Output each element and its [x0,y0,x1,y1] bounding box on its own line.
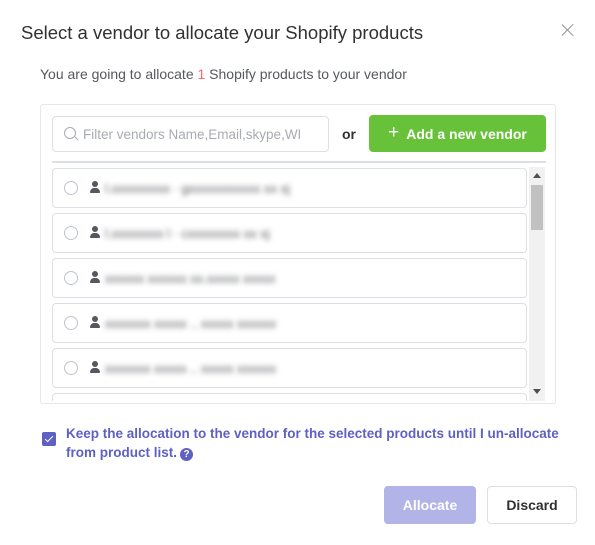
user-icon [90,361,100,373]
vendor-list: l.xxxxxxxxx · gxxxxxxxxxxx xx xj l.xxxxxx… [52,167,529,401]
keep-allocation-text: Keep the allocation to the vendor for th… [66,426,559,460]
vendor-list-scrollbar[interactable] [529,167,545,401]
vendor-search-input[interactable] [83,117,326,151]
user-icon [90,316,100,328]
vendor-name: l.xxxxxxxxx · gxxxxxxxxxxx xx xj [105,181,290,196]
vendor-name: xxxxxxx xxxxx .. xxxxx xxxxxx [105,316,277,331]
user-icon [90,271,100,283]
allocate-button[interactable]: Allocate [384,486,476,524]
radio-button[interactable] [64,226,78,240]
vendor-search-box[interactable] [52,116,329,152]
vendor-selection-panel: or + Add a new vendor l.xxxxxxxxx · gxxx… [40,104,556,404]
add-new-vendor-label: Add a new vendor [406,125,527,142]
radio-button[interactable] [64,181,78,195]
vendor-name: xxxxxx xxxxxx xx.xxxxx xxxxx [105,271,276,286]
or-separator: or [342,126,356,142]
scroll-up-arrow-icon[interactable] [533,173,541,178]
checkbox-checked-icon[interactable] [42,432,56,446]
scrollbar-thumb[interactable] [531,185,543,230]
dialog-title: Select a vendor to allocate your Shopify… [21,22,424,43]
vendor-row[interactable]: xxxxxx xxxxxx xx.xxxxx xxxxx [52,258,527,298]
allocate-vendor-dialog: Select a vendor to allocate your Shopify… [0,0,595,545]
divider [52,161,546,163]
search-icon [64,127,76,139]
vendor-name: l.xxxxxxxx l · cxxxxxxxx xx xj [105,226,270,241]
vendor-row[interactable]: xxxxxxx xxxxx .. xxxxx xxxxxx [52,303,527,343]
vendor-name: xxxxxxx xxxxx .. xxxxx xxxxxx [105,361,277,376]
question-circle-icon[interactable]: ? [180,448,193,461]
add-new-vendor-button[interactable]: + Add a new vendor [369,115,546,152]
vendor-row[interactable] [52,393,527,401]
vendor-row[interactable]: xxxxxxx xxxxx .. xxxxx xxxxxx [52,348,527,388]
close-icon[interactable] [560,22,576,38]
radio-button[interactable] [64,361,78,375]
radio-button[interactable] [64,271,78,285]
discard-button[interactable]: Discard [487,486,577,524]
user-icon [90,181,100,193]
vendor-row[interactable]: l.xxxxxxxxx · gxxxxxxxxxxx xx xj [52,168,527,208]
summary-suffix: Shopify products to your vendor [205,66,407,82]
summary-prefix: You are going to allocate [40,66,198,82]
radio-button[interactable] [64,316,78,330]
plus-icon: + [388,122,400,143]
scroll-down-arrow-icon[interactable] [533,389,541,394]
user-icon [90,226,100,238]
allocation-summary: You are going to allocate 1 Shopify prod… [40,66,407,82]
vendor-row[interactable]: l.xxxxxxxx l · cxxxxxxxx xx xj [52,213,527,253]
keep-allocation-label[interactable]: Keep the allocation to the vendor for th… [66,424,566,462]
